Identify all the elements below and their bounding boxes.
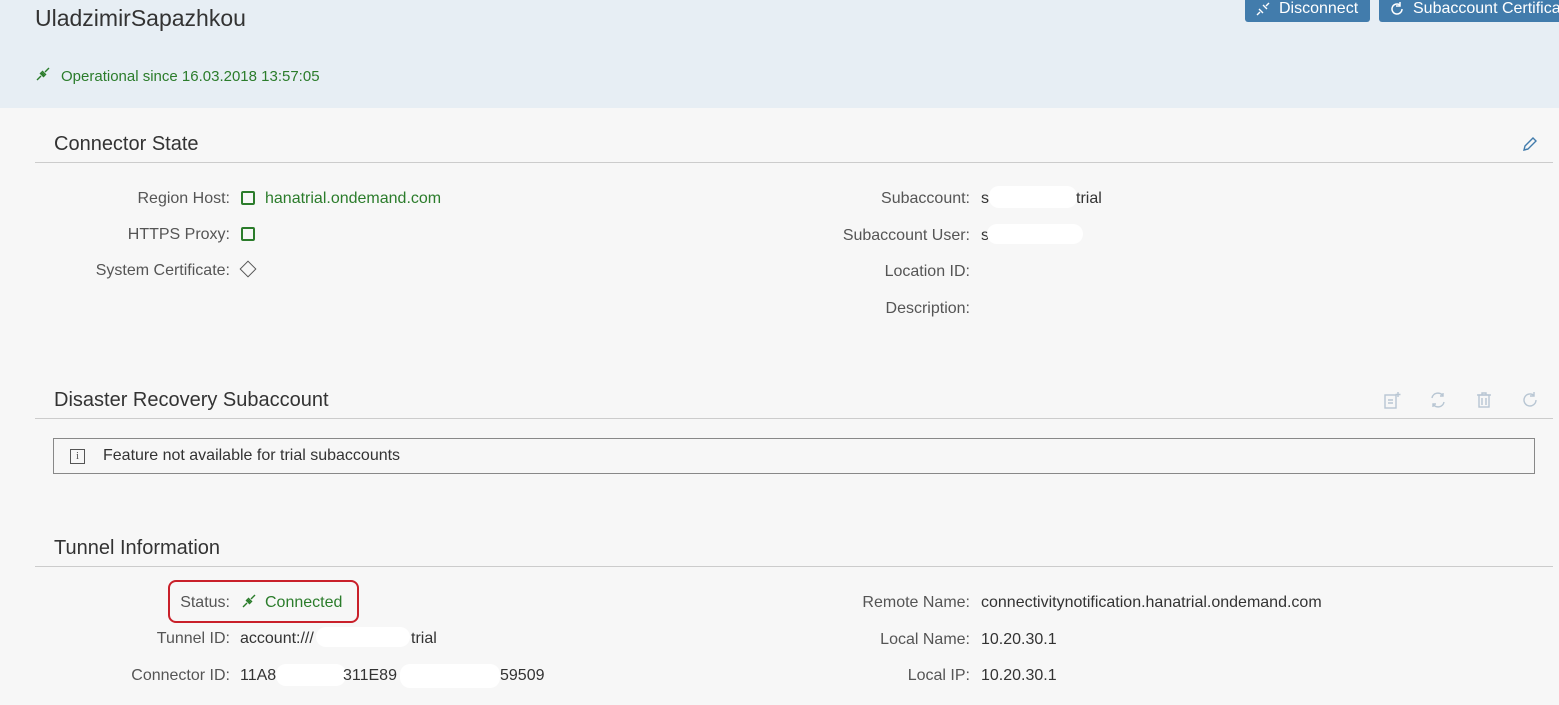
disconnect-button-label: Disconnect bbox=[1279, 0, 1359, 17]
connected-plug-icon bbox=[241, 593, 257, 614]
info-message-text: Feature not available for trial subaccou… bbox=[103, 447, 401, 464]
status-value: Connected bbox=[265, 594, 343, 611]
remote-name-label: Remote Name: bbox=[862, 594, 970, 611]
subaccount-value-start: s bbox=[981, 190, 989, 207]
connected-plug-icon bbox=[35, 66, 51, 86]
system-certificate-label: System Certificate: bbox=[95, 262, 230, 279]
connector-state-divider bbox=[35, 162, 1553, 163]
disconnect-icon bbox=[1255, 1, 1271, 17]
disaster-recovery-title: Disaster Recovery Subaccount bbox=[54, 389, 329, 411]
connector-id-value-start: 11A8 bbox=[240, 667, 277, 684]
disaster-recovery-divider bbox=[35, 418, 1553, 419]
info-message-strip: i Feature not available for trial subacc… bbox=[53, 438, 1535, 474]
edit-pencil-icon[interactable] bbox=[1521, 135, 1539, 158]
refresh-icon bbox=[1389, 1, 1405, 17]
connector-state-title: Connector State bbox=[54, 133, 199, 155]
local-ip-value: 10.20.30.1 bbox=[981, 667, 1057, 684]
subaccount-label: Subaccount: bbox=[881, 190, 970, 207]
operational-status-text: Operational since 16.03.2018 13:57:05 bbox=[61, 67, 320, 85]
connector-id-value-mid: 311E89 bbox=[343, 667, 397, 684]
description-label: Description: bbox=[885, 300, 970, 317]
remote-name-value: connectivitynotification.hanatrial.ondem… bbox=[981, 594, 1322, 611]
region-host-label: Region Host: bbox=[137, 190, 231, 207]
sync-icon[interactable] bbox=[1428, 390, 1448, 415]
status-label: Status: bbox=[180, 594, 230, 611]
connector-id-value-end: 59509 bbox=[500, 667, 545, 684]
redaction-mark bbox=[400, 664, 500, 688]
disconnect-button[interactable]: Disconnect bbox=[1245, 0, 1370, 22]
location-id-label: Location ID: bbox=[884, 263, 970, 280]
redaction-mark bbox=[276, 664, 346, 686]
tunnel-information-divider bbox=[35, 566, 1553, 567]
redaction-mark bbox=[987, 224, 1083, 244]
delete-icon[interactable] bbox=[1474, 390, 1494, 415]
region-host-value: hanatrial.ondemand.com bbox=[265, 190, 442, 207]
refresh-icon[interactable] bbox=[1520, 390, 1540, 415]
local-name-label: Local Name: bbox=[880, 631, 970, 648]
info-icon: i bbox=[70, 448, 85, 464]
subaccount-certificate-button-label: Subaccount Certifica bbox=[1413, 0, 1559, 17]
local-ip-label: Local IP: bbox=[907, 667, 970, 684]
page-title: UladzimirSapazhkou bbox=[35, 5, 246, 31]
region-host-status-icon bbox=[241, 191, 255, 205]
tunnel-id-label: Tunnel ID: bbox=[156, 630, 230, 647]
local-name-value: 10.20.30.1 bbox=[981, 631, 1057, 648]
connector-id-label: Connector ID: bbox=[131, 667, 230, 684]
add-document-icon[interactable] bbox=[1382, 390, 1402, 415]
tunnel-id-value-end: trial bbox=[411, 630, 437, 647]
system-certificate-icon bbox=[239, 260, 257, 278]
https-proxy-label: HTTPS Proxy: bbox=[127, 226, 230, 243]
redaction-mark bbox=[989, 186, 1077, 208]
tunnel-information-title: Tunnel Information bbox=[54, 537, 221, 559]
https-proxy-status-icon bbox=[241, 227, 255, 241]
tunnel-id-value-start: account:/// bbox=[240, 630, 314, 647]
redaction-mark bbox=[316, 627, 410, 647]
subaccount-certificate-button[interactable]: Subaccount Certifica bbox=[1379, 0, 1559, 22]
object-header: UladzimirSapazhkou Operational since 16.… bbox=[0, 0, 1559, 108]
subaccount-value-end: trial bbox=[1076, 190, 1102, 207]
subaccount-user-label: Subaccount User: bbox=[842, 227, 970, 244]
operational-status: Operational since 16.03.2018 13:57:05 bbox=[35, 66, 320, 86]
